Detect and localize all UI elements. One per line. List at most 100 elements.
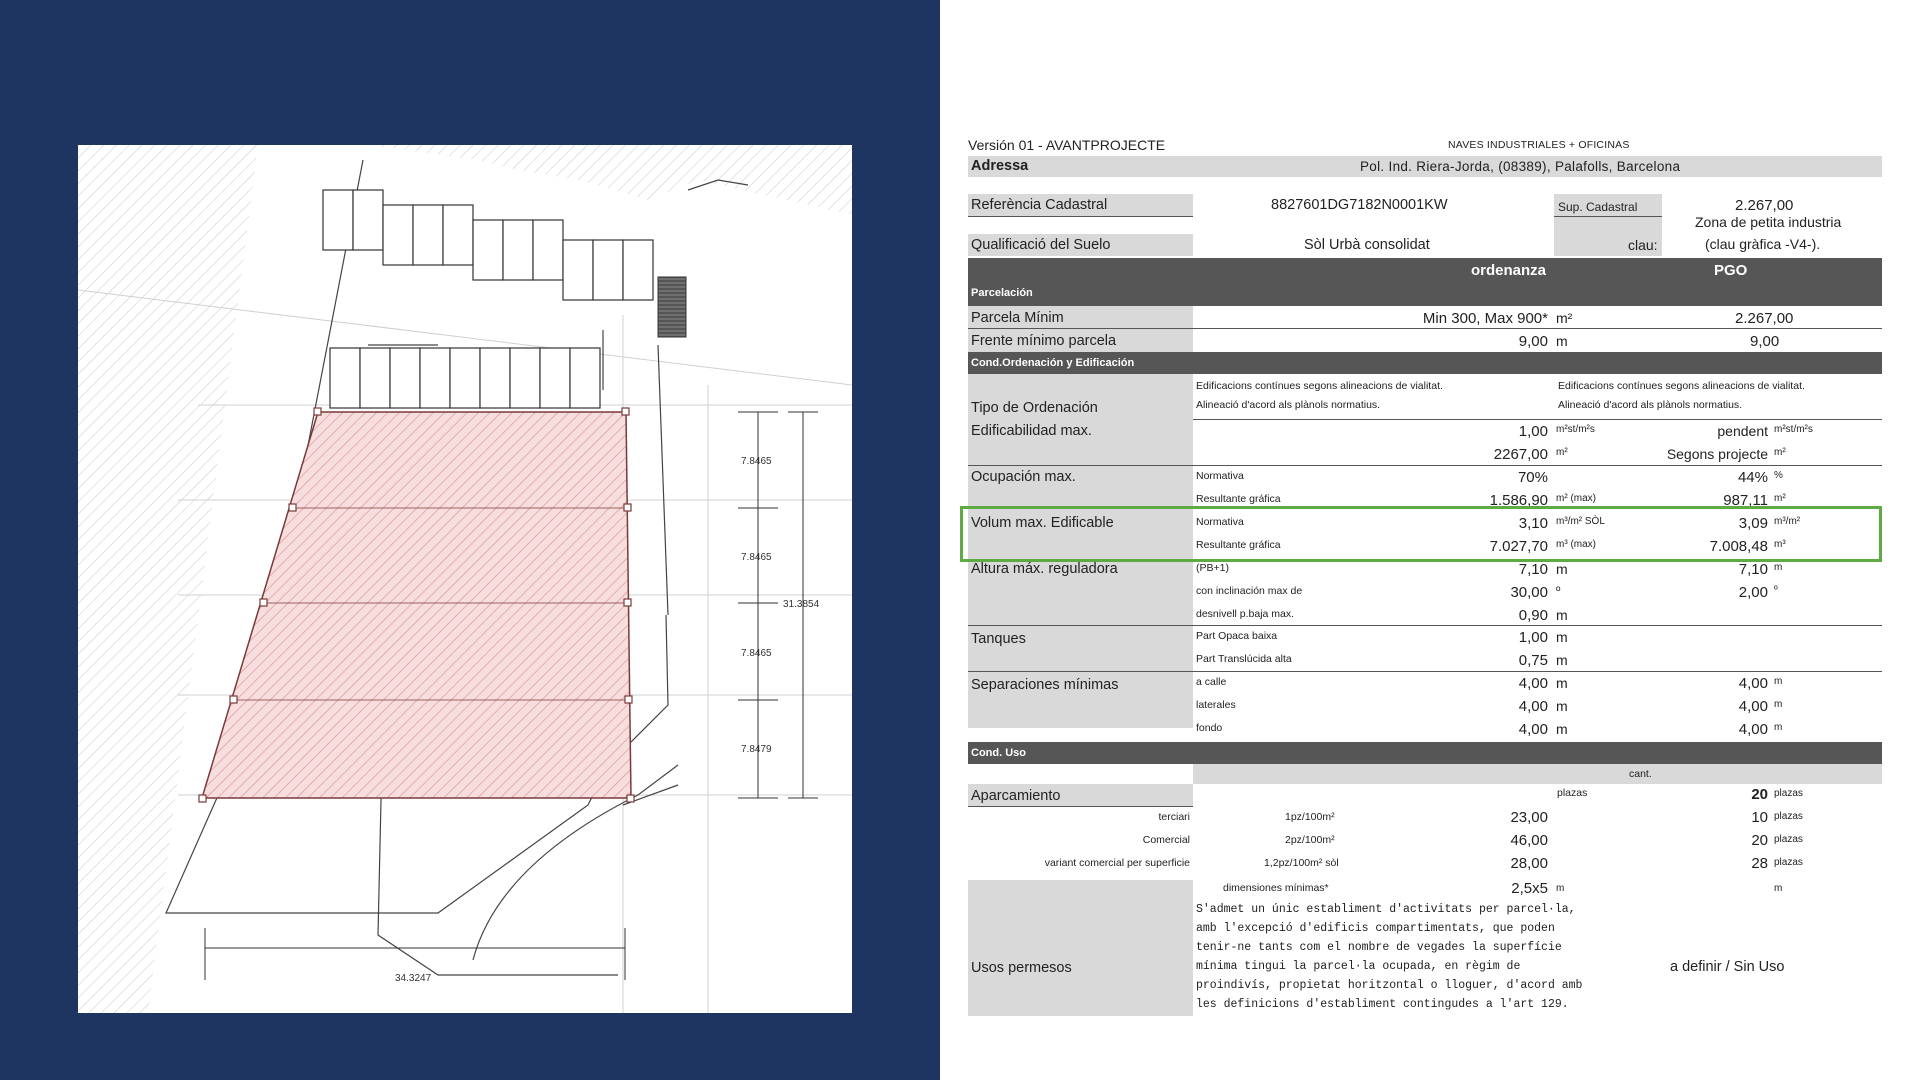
parcela-ord: Min 300, Max 900* [1422, 310, 1548, 327]
ocupacion-v1: 70% [1517, 469, 1548, 486]
cant-row: cant. [1193, 764, 1882, 784]
parking-unit-0: plazas [1774, 811, 1803, 822]
col-ordenanza: ordenanza [1471, 262, 1547, 279]
qualificacio-label: Qualificació del Suelo [971, 237, 1111, 253]
front-parking-stalls [329, 347, 601, 409]
cond-uso-header: Cond. Uso [968, 742, 1882, 764]
altura-p2: 2,00 [1738, 584, 1768, 601]
section-parcelacion: Parcelación [971, 287, 1033, 299]
col-pgo: PGO [1714, 262, 1748, 279]
altura-p1: 7,10 [1738, 561, 1768, 578]
parking-count-1: 20 [1751, 832, 1768, 849]
utility-block [657, 276, 687, 338]
altura-u3: m [1556, 607, 1568, 623]
altura-v3: 0,90 [1518, 607, 1548, 624]
sep-v2: 4,00 [1518, 698, 1548, 715]
sep-s1: a calle [1196, 676, 1227, 688]
dim-minimas-label: dimensiones mínimas* [1223, 882, 1329, 894]
address-row: Adressa Pol. Ind. Riera-Jorda, (08389), … [968, 156, 1882, 177]
parking-value-1: 46,00 [1510, 832, 1548, 849]
urban-parameters-sheet: Versión 01 - AVANTPROJECTE NAVES INDUSTR… [960, 134, 1882, 1016]
frente-unit: m [1556, 333, 1568, 349]
sep-p1: 4,00 [1738, 675, 1768, 692]
parking-unit-1: plazas [1774, 834, 1803, 845]
sep-u3: m [1556, 721, 1568, 737]
edificabilidad-pu2: m² [1774, 447, 1786, 458]
parking-ratio-1: 2pz/100m² [1285, 834, 1335, 846]
tanques-block: Tanques Part Opaca baixa 1,00 m Part Tra… [968, 626, 1882, 672]
sep-p2: 4,00 [1738, 698, 1768, 715]
altura-v2: 30,00 [1510, 584, 1548, 601]
dim-minimas-value: 2,5x5 [1511, 880, 1548, 897]
sep-u1: m [1556, 675, 1568, 691]
tanques-u2: m [1556, 652, 1568, 668]
frente-pgo: 9,00 [1750, 333, 1780, 350]
edificabilidad-u1: m²st/m²s [1556, 424, 1595, 435]
parking-count-2: 28 [1751, 855, 1768, 872]
aparcamiento-row: Aparcamiento plazas 20 plazas [968, 784, 1882, 807]
parking-ratio-2: 1,2pz/100m² sòl [1264, 857, 1339, 869]
sep-s3: fondo [1196, 722, 1223, 734]
ocupacion-u2: m² (max) [1556, 493, 1596, 504]
sep-pu1: m [1774, 676, 1783, 687]
ref-cadastral-label: Referència Cadastral [971, 197, 1108, 213]
parcela-block: Parcela Mínim Min 300, Max 900* m² 2.267… [968, 306, 1882, 352]
parking-name-1: Comercial [1142, 834, 1190, 846]
tipo-ord-l2: Alineació d'acord als plànols normatius. [1196, 399, 1381, 411]
parking-count-0: 10 [1751, 809, 1768, 826]
dim-label-width: 34.3247 [395, 973, 432, 984]
dim-minimas-unit: m [1556, 883, 1565, 894]
tanques-v2: 0,75 [1518, 652, 1548, 669]
edificabilidad-v2: 2267,00 [1493, 446, 1548, 463]
parcela-pgo: 2.267,00 [1735, 310, 1794, 327]
tanques-v1: 1,00 [1518, 629, 1548, 646]
parking-value-0: 23,00 [1510, 809, 1548, 826]
tanques-u1: m [1556, 629, 1568, 645]
sep-pu3: m [1774, 722, 1783, 733]
parcela-unit: m² [1556, 310, 1573, 326]
dim-label-1: 7.8465 [741, 456, 772, 467]
separaciones-block: Separaciones mínimas a calle 4,00 m 4,00… [968, 672, 1882, 740]
site-plan: 7.8465 7.8465 7.8465 7.8479 31.3854 34.3… [78, 145, 852, 1013]
left-panel: 7.8465 7.8465 7.8465 7.8479 31.3854 34.3… [0, 0, 940, 1080]
ocupacion-pu2: m² [1774, 493, 1786, 504]
edificabilidad-label: Edificabilidad max. [971, 423, 1092, 439]
sep-s2: laterales [1196, 699, 1236, 711]
parking-name-2: variant comercial per superficie [1044, 857, 1190, 869]
tanques-label: Tanques [971, 631, 1026, 647]
section-cond-ordenacion: Cond.Ordenación y Edificación [971, 357, 1135, 369]
sep-u2: m [1556, 698, 1568, 714]
frente-ord: 9,00 [1518, 333, 1548, 350]
project-type: NAVES INDUSTRIALES + OFICINAS [1448, 139, 1630, 151]
aparcamiento-unit: plazas [1774, 788, 1803, 799]
clau-label: clau: [1628, 237, 1658, 253]
sup-cadastral-value: 2.267,00 [1735, 197, 1794, 214]
dim-label-2: 7.8465 [741, 552, 772, 563]
ocupacion-s1: Normativa [1196, 470, 1244, 482]
frente-label: Frente mínimo parcela [971, 333, 1117, 349]
tanques-s1: Part Opaca baixa [1196, 630, 1278, 642]
edificabilidad-block: Edificabilidad max. 1,00 m²st/m²s penden… [968, 420, 1882, 466]
ocupacion-label: Ocupación max. [971, 469, 1076, 485]
ocupacion-p1: 44% [1737, 469, 1768, 486]
sep-pu2: m [1774, 699, 1783, 710]
cond-ordenacion-header: Cond.Ordenación y Edificación [968, 352, 1882, 374]
zona-line-2: (clau gràfica -V4-). [1705, 236, 1821, 252]
usos-text: S'admet un únic establiment d'activitats… [1196, 903, 1583, 1011]
parking-row-comercial: Comercial 2pz/100m² 46,00 20 plazas [968, 830, 1882, 852]
parking-name-0: terciari [1158, 811, 1190, 823]
plazas-header: plazas [1557, 787, 1588, 799]
parcelacion-header: ordenanza PGO Parcelación [968, 258, 1882, 306]
altura-block: Altura máx. reguladora (PB+1) 7,10 m 7,1… [968, 558, 1882, 626]
tipo-ord-l1: Edificacions contínues segons alineacion… [1196, 380, 1443, 392]
parking-value-2: 28,00 [1510, 855, 1548, 872]
edificabilidad-v1: 1,00 [1518, 423, 1548, 440]
top-parking-stalls [322, 189, 654, 301]
edificabilidad-pu1: m²st/m²s [1774, 424, 1813, 435]
parking-row-variant: variant comercial per superficie 1,2pz/1… [968, 853, 1882, 875]
tipo-label: Tipo de Ordenación [971, 400, 1098, 416]
sep-v1: 4,00 [1518, 675, 1548, 692]
usos-pgo: a definir / Sin Uso [1670, 959, 1785, 975]
address-label: Adressa [971, 158, 1029, 174]
dim-label-total: 31.3854 [783, 599, 820, 610]
